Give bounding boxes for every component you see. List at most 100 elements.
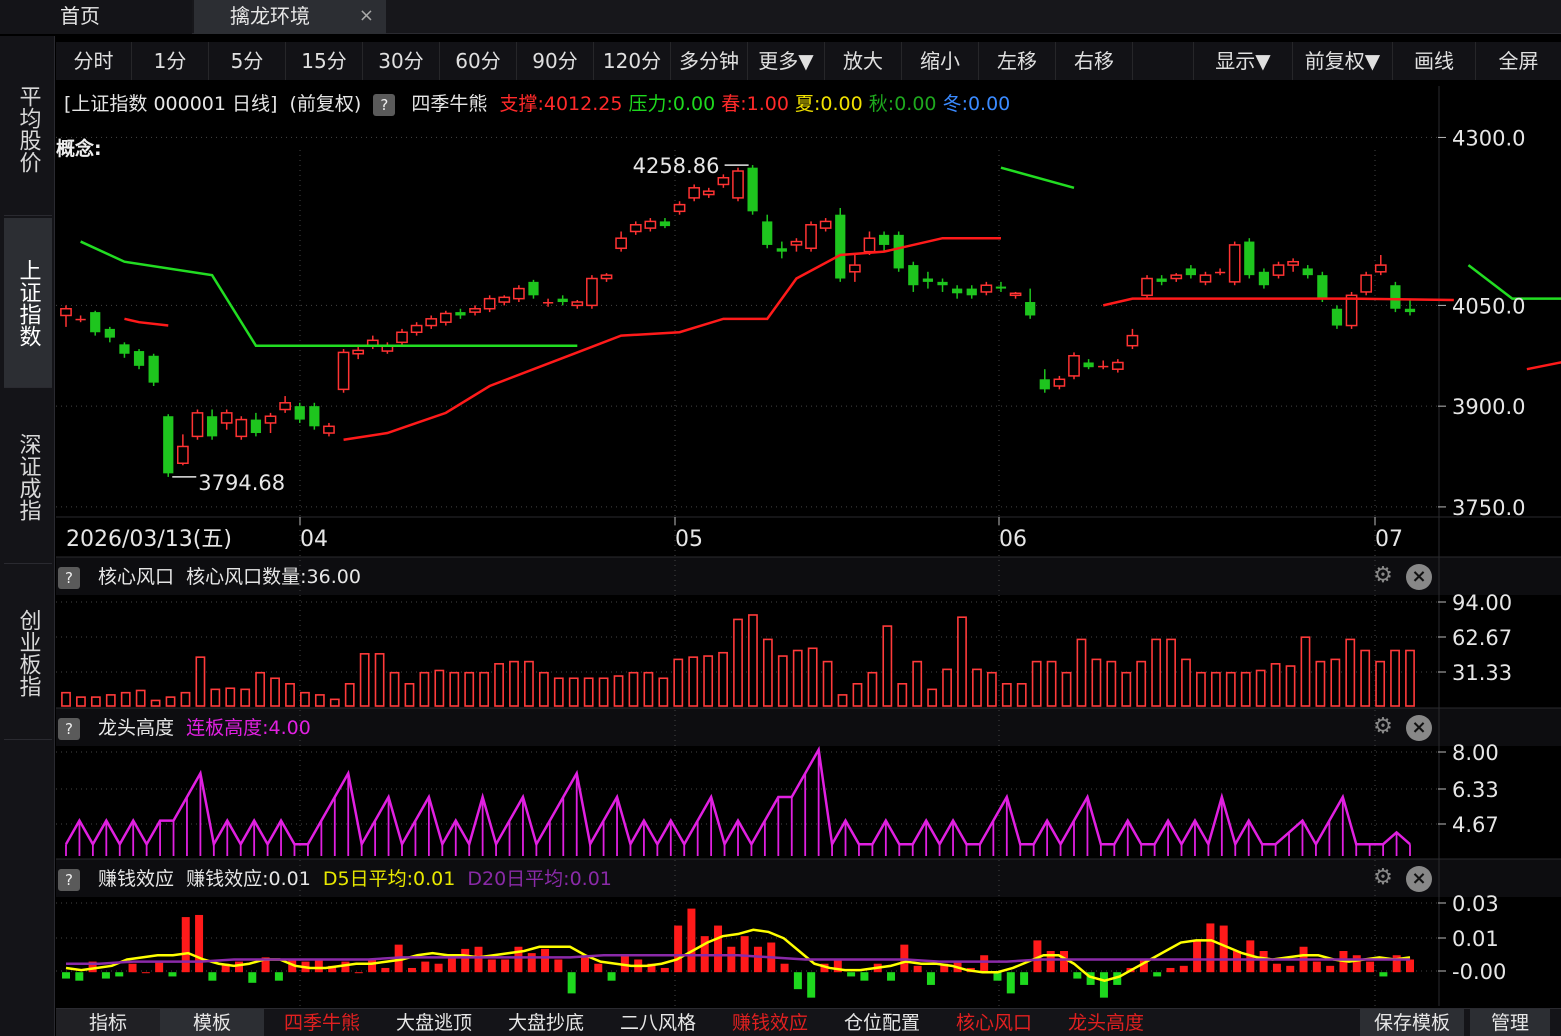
panel-tick-label: 31.33 [1452, 661, 1512, 685]
candle-body [586, 277, 598, 307]
candle-body [1199, 274, 1212, 283]
core-bar [1345, 638, 1356, 707]
bottom-template-bar: 指标 模板 四季牛熊 大盘逃顶 大盘抄底 二八风格 赚钱效应 仓位配置 核心风口… [56, 1008, 1561, 1036]
core-bar [986, 671, 997, 707]
money-bar-down [75, 972, 84, 981]
gear-icon[interactable]: ⚙ [1369, 563, 1397, 591]
candle-body [849, 264, 861, 273]
template-item[interactable]: 四季牛熊 [270, 1009, 374, 1036]
panel-tick-label: 4.67 [1452, 813, 1499, 837]
money-bar-up [474, 946, 483, 973]
help-icon[interactable]: ? [58, 717, 80, 740]
money-bar-up [1060, 951, 1069, 973]
candle-body [250, 419, 262, 434]
candle-body [191, 412, 204, 438]
candle-body [688, 187, 701, 199]
money-bar-up [141, 972, 150, 974]
template-item[interactable]: 二八风格 [606, 1009, 710, 1036]
core-bar [807, 647, 818, 707]
candle-body [893, 234, 904, 269]
money-bar-down [793, 972, 802, 990]
money-bar-up [913, 965, 922, 973]
panel-tick-label: 94.00 [1452, 591, 1512, 615]
core-bar [553, 677, 564, 707]
core-bar [613, 675, 624, 707]
tab-indicator[interactable]: 指标 [56, 1009, 160, 1036]
candle-body [1244, 241, 1255, 276]
tab-template[interactable]: 模板 [160, 1009, 264, 1036]
candle-body [483, 297, 496, 310]
candle-body [498, 296, 511, 303]
candle-body [337, 351, 350, 391]
save-template-button[interactable]: 保存模板 [1360, 1009, 1464, 1036]
core-bar [673, 658, 684, 707]
core-bar [598, 677, 609, 707]
candle-body [790, 240, 803, 246]
candle-body [732, 170, 744, 199]
core-bar [1121, 671, 1132, 707]
money-bar-down [847, 972, 856, 977]
candle-body [1185, 268, 1196, 276]
manage-button[interactable]: 管理 [1470, 1009, 1550, 1036]
help-icon[interactable]: ? [58, 868, 80, 891]
candle-body [1404, 308, 1416, 313]
core-bar [225, 687, 236, 707]
money-bar-up [1206, 923, 1215, 973]
core-bar [852, 682, 863, 707]
money-bar-up [128, 963, 137, 973]
candle-body [309, 406, 320, 427]
money-bar-up [1312, 961, 1321, 973]
template-item[interactable]: 龙头高度 [1054, 1009, 1158, 1036]
template-item[interactable]: 核心风口 [942, 1009, 1046, 1036]
candle-body [528, 281, 539, 296]
template-item[interactable]: 大盘抄底 [494, 1009, 598, 1036]
panel-tick-label: 8.00 [1452, 741, 1499, 765]
core-bar [1106, 660, 1117, 707]
money-bar-up [1179, 965, 1188, 973]
money-bar-up [714, 925, 723, 973]
core-bar [1031, 660, 1042, 707]
money-bar-down [274, 972, 283, 981]
core-bar [643, 671, 654, 707]
candle-body [1287, 260, 1299, 266]
core-bar [583, 677, 594, 707]
core-panel-header: ? 核心风口 核心风口数量:36.00 [58, 562, 367, 592]
core-bar [464, 671, 475, 707]
money-bar-up [687, 908, 696, 973]
money-bar-up [554, 959, 563, 973]
candle-body [1126, 334, 1139, 347]
money-bar-down [1020, 972, 1029, 985]
money-bar-up [660, 967, 669, 973]
template-item[interactable]: 赚钱效应 [718, 1009, 822, 1036]
candle-body [1025, 302, 1036, 316]
money-bar-up [1233, 951, 1242, 973]
help-icon[interactable]: ? [58, 566, 80, 589]
candle-body [673, 203, 686, 213]
date-label: 2026/03/13(五) [66, 527, 232, 552]
core-bar [434, 669, 445, 707]
money-bar-down [248, 972, 257, 983]
close-icon[interactable]: × [1406, 715, 1432, 741]
close-icon[interactable]: × [1406, 866, 1432, 892]
gear-icon[interactable]: ⚙ [1369, 714, 1397, 742]
gear-icon[interactable]: ⚙ [1369, 865, 1397, 893]
price-tick-label: 3750.0 [1452, 496, 1525, 520]
money-bar-down [1153, 972, 1162, 977]
core-bar [389, 671, 400, 707]
core-bar [1196, 671, 1206, 707]
candle-body [702, 190, 715, 196]
candle-body [1068, 355, 1080, 377]
core-bar [703, 655, 714, 707]
candle-body [1039, 379, 1050, 390]
core-bar [509, 660, 519, 707]
candle-body [952, 288, 963, 294]
core-bar [1061, 671, 1072, 707]
close-icon[interactable]: × [1406, 564, 1432, 590]
template-item[interactable]: 大盘逃顶 [382, 1009, 486, 1036]
money-bar-up [234, 961, 243, 973]
core-bar [165, 696, 176, 707]
template-item[interactable]: 仓位配置 [830, 1009, 934, 1036]
money-bar-up [381, 967, 390, 973]
money-bar-up [501, 959, 510, 973]
candle-body [835, 214, 846, 279]
